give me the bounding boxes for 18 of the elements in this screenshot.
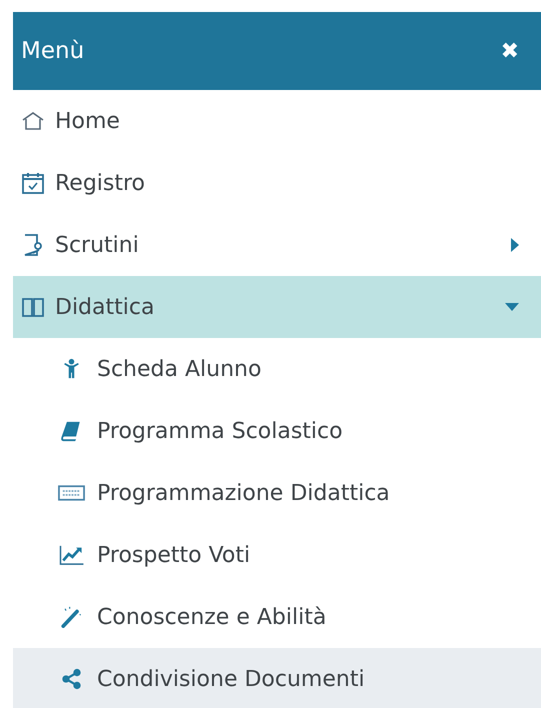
menu-item[interactable]: Didattica	[13, 276, 541, 338]
caret-down-icon	[505, 303, 519, 311]
submenu-item[interactable]: Programmazione Didattica	[13, 462, 541, 524]
submenu-item[interactable]: Programma Scolastico	[13, 400, 541, 462]
submenu-item[interactable]: Condivisione Documenti	[13, 648, 541, 708]
menu-item[interactable]: Scrutini	[13, 214, 541, 276]
menu-item[interactable]: Registro	[13, 152, 541, 214]
submenu-item[interactable]: Scheda Alunno	[13, 338, 541, 400]
caret-right-icon	[511, 238, 519, 252]
line-chart-icon	[58, 544, 85, 566]
submenu-item[interactable]: Conoscenze e Abilità	[13, 586, 541, 648]
book-icon	[21, 295, 45, 319]
menu-title: Menù	[21, 38, 84, 64]
submenu-item[interactable]: Prospetto Voti	[13, 524, 541, 586]
menu-item[interactable]: Home	[13, 90, 541, 152]
close-button[interactable]: ✖	[500, 38, 519, 64]
house-icon	[21, 109, 45, 133]
calendar-icon	[21, 171, 45, 195]
